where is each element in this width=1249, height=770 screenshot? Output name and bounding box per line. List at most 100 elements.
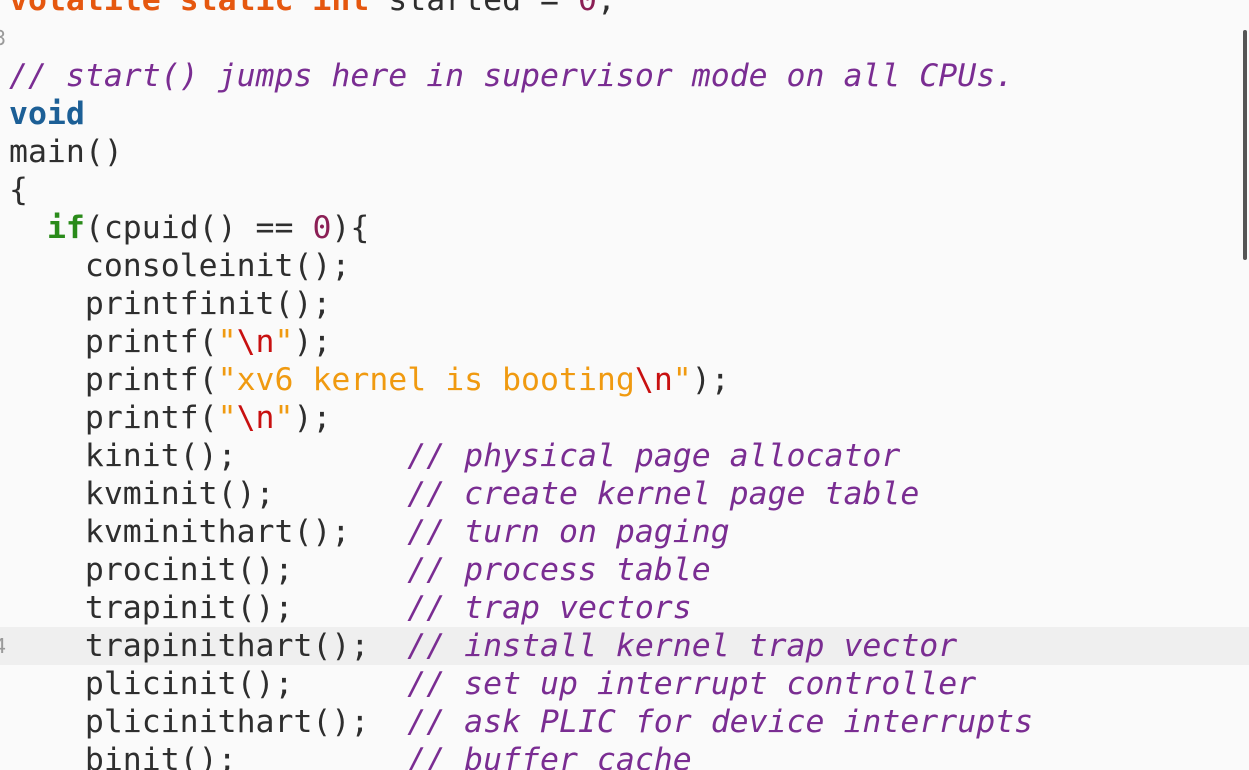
code-token: // physical page allocator [407, 438, 901, 474]
code-line[interactable]: volatile static int started = 0; [0, 0, 1249, 19]
code-token: main() [9, 134, 123, 170]
code-token: trapinit(); [9, 590, 408, 626]
code-text: plicinithart(); // ask PLIC for device i… [9, 703, 1033, 741]
code-line[interactable]: printf("xv6 kernel is booting\n"); [0, 361, 1249, 399]
line-number [0, 703, 6, 741]
code-text: { [9, 171, 28, 209]
line-number [0, 323, 6, 361]
code-token: printf( [9, 362, 218, 398]
code-line[interactable]: main() [0, 133, 1249, 171]
code-text: kvminithart(); // turn on paging [9, 513, 730, 551]
code-token: 0 [577, 0, 597, 18]
code-token: // create kernel page table [407, 476, 920, 512]
code-token: binit(); [9, 742, 408, 770]
code-line[interactable]: printf("\n"); [0, 323, 1249, 361]
code-line[interactable]: trapinit(); // trap vectors [0, 589, 1249, 627]
line-number [0, 133, 6, 171]
code-token: (cpuid() == [84, 210, 313, 246]
code-text: binit(); // buffer cache [9, 741, 692, 770]
code-line[interactable]: binit(); // buffer cache [0, 741, 1249, 770]
code-line[interactable]: kinit(); // physical page allocator [0, 437, 1249, 475]
code-line[interactable]: plicinit(); // set up interrupt controll… [0, 665, 1249, 703]
code-line[interactable]: 3 [0, 19, 1249, 57]
line-number: 3 [0, 19, 6, 57]
code-text: kvminit(); // create kernel page table [9, 475, 919, 513]
code-token: // trap vectors [407, 590, 692, 626]
code-text: trapinithart(); // install kernel trap v… [9, 627, 957, 665]
code-text: void [9, 95, 85, 133]
code-token: // process table [407, 552, 711, 588]
code-text: consoleinit(); [9, 247, 351, 285]
code-token: ; [596, 0, 616, 18]
code-token: kinit(); [9, 438, 408, 474]
line-number [0, 57, 6, 95]
line-number [0, 209, 6, 247]
code-token: ); [293, 324, 332, 360]
code-editor[interactable]: volatile static int started = 0;3// star… [0, 0, 1249, 770]
code-text: trapinit(); // trap vectors [9, 589, 692, 627]
code-token: plicinit(); [9, 666, 408, 702]
code-line-current[interactable]: 4 trapinithart(); // install kernel trap… [0, 627, 1249, 665]
code-token: // set up interrupt controller [407, 666, 977, 702]
code-token: kvminithart(); [9, 514, 408, 550]
line-number [0, 171, 6, 209]
line-number [0, 551, 6, 589]
code-token: " [672, 362, 692, 398]
code-token: printf( [9, 400, 218, 436]
code-line[interactable]: consoleinit(); [0, 247, 1249, 285]
code-line[interactable]: plicinithart(); // ask PLIC for device i… [0, 703, 1249, 741]
code-line[interactable]: if(cpuid() == 0){ [0, 209, 1249, 247]
code-token: // start() jumps here in supervisor mode… [9, 58, 1015, 94]
code-text: kinit(); // physical page allocator [9, 437, 901, 475]
line-number [0, 399, 6, 437]
line-number [0, 475, 6, 513]
code-token: \n [236, 324, 275, 360]
code-token: // turn on paging [407, 514, 730, 550]
code-token: consoleinit(); [9, 248, 351, 284]
line-number [0, 0, 6, 19]
code-line[interactable]: procinit(); // process table [0, 551, 1249, 589]
code-token: " [217, 324, 237, 360]
line-number [0, 247, 6, 285]
code-text: main() [9, 133, 123, 171]
code-token: ); [293, 400, 332, 436]
code-token: " [274, 400, 294, 436]
code-token: // install kernel trap vector [407, 628, 958, 664]
line-number [0, 741, 6, 770]
code-token: { [9, 172, 28, 208]
code-line[interactable]: kvminithart(); // turn on paging [0, 513, 1249, 551]
code-line[interactable]: printfinit(); [0, 285, 1249, 323]
code-token: if [46, 210, 85, 246]
code-line[interactable]: void [0, 95, 1249, 133]
line-number [0, 665, 6, 703]
code-token: procinit(); [9, 552, 408, 588]
code-line[interactable]: printf("\n"); [0, 399, 1249, 437]
code-token: // ask PLIC for device interrupts [407, 704, 1034, 740]
code-text: volatile static int started = 0; [9, 0, 616, 19]
line-number: 4 [0, 627, 6, 665]
line-number [0, 285, 6, 323]
code-text: // start() jumps here in supervisor mode… [9, 57, 1014, 95]
code-token: void [9, 96, 85, 132]
code-token: kvminit(); [9, 476, 408, 512]
code-token: printf( [9, 324, 218, 360]
code-token: volatile static int [9, 0, 370, 18]
code-token: ); [691, 362, 730, 398]
code-line[interactable]: // start() jumps here in supervisor mode… [0, 57, 1249, 95]
code-token: printfinit(); [9, 286, 332, 322]
code-text: if(cpuid() == 0){ [9, 209, 369, 247]
code-line[interactable]: kvminit(); // create kernel page table [0, 475, 1249, 513]
code-token: \n [236, 400, 275, 436]
line-number [0, 589, 6, 627]
code-text: printf("xv6 kernel is booting\n"); [9, 361, 730, 399]
code-text: procinit(); // process table [9, 551, 711, 589]
code-token: " [217, 400, 237, 436]
line-number [0, 513, 6, 551]
code-text: printf("\n"); [9, 323, 332, 361]
code-token: "xv6 kernel is booting [217, 362, 635, 398]
code-token: ){ [331, 210, 370, 246]
code-token: " [274, 324, 294, 360]
code-line[interactable]: { [0, 171, 1249, 209]
code-text: printf("\n"); [9, 399, 332, 437]
line-number [0, 437, 6, 475]
